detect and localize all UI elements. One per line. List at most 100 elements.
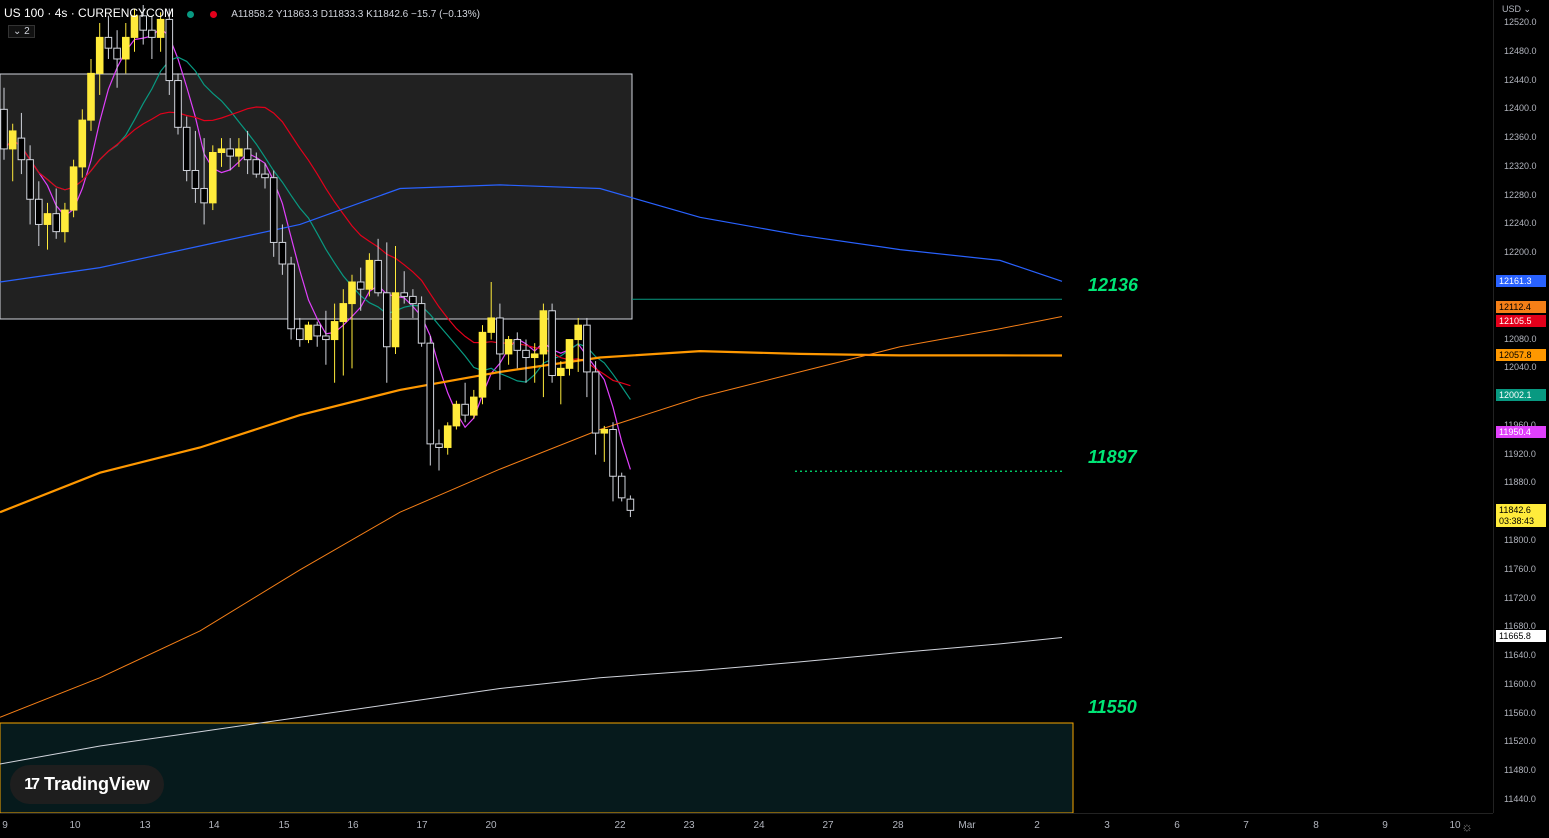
time-tick: 20 [485,820,497,831]
candle-body [78,119,87,168]
candle-body [487,317,495,333]
symbol-legend[interactable]: US 100 · 4s · CURRENCYCOM A11858.2 Y1186… [4,6,480,20]
candle-body [174,80,182,128]
candle-body [374,259,382,294]
level-label: 11897 [1088,447,1137,468]
candle-body [148,29,156,38]
time-tick: 8 [1313,820,1319,831]
price-tick: 12200.0 [1504,247,1537,258]
resistance-zone [0,73,633,320]
time-tick: 9 [1382,820,1388,831]
price-tick: 12440.0 [1504,74,1537,85]
candle-body [26,159,34,200]
candle-body [8,130,17,150]
demand-zone [0,722,1074,813]
candle-body [261,173,269,179]
time-tick: 22 [614,820,626,831]
indicators-collapse-button[interactable]: ⌄ 2 [8,25,35,38]
price-badge: 11950.4 [1496,426,1546,438]
price-tick: 12240.0 [1504,218,1537,229]
candle-body [513,339,522,351]
price-badge: 11665.8 [1496,630,1546,642]
candle-body [69,166,78,211]
price-tick: 11720.0 [1504,592,1536,603]
candle-body [617,475,626,499]
time-tick: 9 [2,820,8,831]
price-badge: 12161.3 [1496,275,1546,287]
candle-body [113,47,121,60]
price-tick: 11760.0 [1504,563,1536,574]
tradingview-logo[interactable]: 17 TradingView [10,765,164,804]
price-tick: 11800.0 [1504,535,1536,545]
candle-body [339,303,348,323]
price-tick: 11440.0 [1504,794,1536,804]
candle-body [200,187,208,204]
candle-body [156,18,165,38]
settings-gear-icon[interactable]: ☼ [1461,819,1473,834]
candle-body [356,281,365,290]
time-tick: 10 [69,820,81,831]
price-tick: 12320.0 [1504,160,1537,171]
price-tick: 11560.0 [1504,707,1536,718]
candle-body [287,263,295,330]
candle-body [557,367,565,377]
candle-body [530,353,539,359]
time-axis[interactable]: ☼ 9 10 13 14 15 16 17 20 22 23 24 27 28 Mar 2 3 6 7 8 9 10 [0,813,1493,838]
candle-body [461,403,469,416]
price-tick: 12360.0 [1504,132,1537,143]
candle-body [322,335,330,341]
candle-body [35,198,43,225]
time-tick: 28 [892,820,904,831]
chart-area[interactable] [0,0,1493,813]
candle-body [191,169,200,189]
time-tick: 10 [1449,820,1461,831]
candle-body [226,148,234,157]
candle-body [600,428,609,434]
candle-body [348,281,356,305]
candle-body [243,148,252,161]
price-axis[interactable]: USD ⌄ 12520.0 12480.0 12440.0 12400.0 12360.… [1493,0,1549,813]
candle-body [122,36,130,60]
time-tick: 27 [822,820,834,831]
tradingview-logo-icon: 17 [24,775,40,793]
price-tick: 11920.0 [1504,448,1536,459]
price-badge: 12105.5 [1496,315,1546,327]
candle-body [0,108,8,150]
currency-selector[interactable]: USD ⌄ [1502,4,1531,15]
candle-body [61,209,69,233]
candle-body [296,328,304,341]
data-status-icon [210,10,218,18]
level-label: 11550 [1088,696,1137,717]
ma-orange-line [0,349,1063,514]
market-status-icon [187,10,195,18]
price-tick: 12520.0 [1504,17,1537,27]
candle-body [278,241,287,265]
ohlc-values: A11858.2 Y11863.3 D11833.3 K11842.6 −15.… [231,9,480,20]
candlestick-chart[interactable] [0,0,1493,813]
candle-body [400,292,408,297]
candle-body [591,371,600,434]
candle-body [104,36,113,49]
price-tick: 12400.0 [1504,103,1537,114]
symbol-title[interactable]: US 100 · 4s · CURRENCYCOM [4,6,174,20]
candle-body [182,126,191,171]
time-tick: 3 [1104,820,1110,831]
candle-body [304,324,313,341]
candle-body [470,396,478,416]
price-badge: 12112.4 [1496,301,1546,313]
price-badge: 12002.1 [1496,389,1546,401]
candle-body [583,324,591,373]
price-tick: 12040.0 [1504,362,1537,373]
candle-body [52,213,61,233]
candle-body [565,339,574,369]
time-tick: 7 [1243,820,1249,831]
time-tick: Mar [958,820,976,831]
price-tick: 11600.0 [1504,678,1536,689]
time-tick: 16 [347,820,359,831]
candle-body [409,295,417,305]
time-tick: 2 [1034,820,1040,831]
price-tick: 12280.0 [1504,189,1537,200]
tradingview-logo-text: TradingView [44,774,150,794]
ma-orange-thin-line [0,316,1063,718]
candle-body [17,137,26,161]
